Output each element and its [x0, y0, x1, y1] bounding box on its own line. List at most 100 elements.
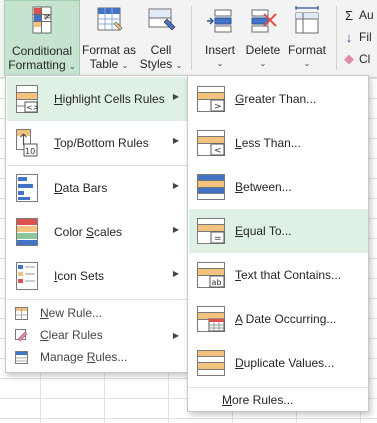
manage-rules-icon: [15, 350, 28, 364]
highlight-cells-icon: <>: [16, 85, 39, 113]
fill-button[interactable]: ↓ Fil: [342, 26, 377, 48]
less-than-icon: <: [197, 130, 225, 156]
submenu-item-label: Between...: [235, 180, 292, 194]
submenu-item-between[interactable]: Between...: [189, 165, 368, 209]
submenu-arrow-icon: ▶: [172, 92, 179, 101]
conditional-formatting-label-2: Formatting: [8, 58, 66, 72]
mnemonic: E: [235, 224, 244, 238]
new-rule-icon: [15, 306, 28, 320]
svg-text:≠: ≠: [43, 12, 51, 23]
duplicate-values-icon: [197, 350, 225, 376]
submenu-item-equal-to[interactable]: = Equal To...: [189, 209, 368, 253]
fill-icon: ↓: [345, 29, 353, 45]
label-rest: ore Rules...: [232, 393, 294, 407]
submenu-item-less-than[interactable]: < Less Than...: [189, 121, 368, 165]
submenu-item-more-rules[interactable]: More Rules...: [222, 393, 293, 407]
cell-styles-icon: [144, 4, 178, 40]
format-label: Format: [287, 43, 326, 57]
clear-label: Cl: [359, 52, 371, 66]
fill-label: Fil: [359, 30, 372, 44]
conditional-formatting-icon: ≠: [25, 5, 59, 41]
label-rest: uplicate Values...: [243, 356, 335, 370]
cell-styles-label-1: Cell: [150, 43, 172, 57]
svg-text:<: <: [214, 146, 222, 156]
editing-group: Σ Au ↓ Fil ◆ Cl: [342, 4, 377, 70]
conditional-formatting-label-1: Conditional: [11, 44, 73, 58]
submenu-arrow-icon: ▶: [172, 331, 179, 340]
mnemonic: B: [235, 180, 244, 194]
submenu-arrow-icon: ▶: [172, 181, 179, 190]
menu-item-label: Color Scales: [54, 225, 122, 239]
chevron-down-icon: ⌄: [121, 61, 129, 70]
color-scales-icon: [16, 218, 38, 246]
submenu-item-date-occurring[interactable]: A Date Occurring...: [189, 297, 368, 341]
menu-item-data-bars[interactable]: Data Bars ▶: [7, 166, 187, 210]
mnemonic: D: [54, 181, 63, 195]
label-rest: lear Rules: [48, 328, 103, 342]
ribbon-home-group: ≠ Conditional Formatting ⌄ Format as Tab…: [0, 0, 377, 78]
chevron-down-icon: ⌄: [216, 59, 224, 68]
submenu-divider: [189, 387, 368, 388]
insert-button[interactable]: Insert ⌄: [200, 0, 240, 76]
ribbon-group-divider: [336, 6, 337, 70]
svg-text:10: 10: [25, 147, 35, 156]
submenu-item-label: Duplicate Values...: [235, 356, 334, 370]
menu-item-top-bottom-rules[interactable]: 10 Top/Bottom Rules ▶: [7, 121, 187, 165]
submenu-item-label: Equal To...: [235, 224, 292, 238]
menu-item-clear-rules[interactable]: Clear Rules ▶: [7, 324, 187, 346]
cell-styles-button[interactable]: Cell Styles ⌄: [138, 0, 184, 76]
delete-button[interactable]: Delete ⌄: [243, 0, 283, 76]
menu-item-label: Data Bars: [54, 181, 107, 195]
autosum-button[interactable]: Σ Au: [342, 4, 377, 26]
conditional-formatting-button[interactable]: ≠ Conditional Formatting ⌄: [4, 0, 80, 76]
chevron-down-icon: ⌄: [259, 59, 267, 68]
submenu-item-label: Text that Contains...: [235, 268, 341, 282]
submenu-item-greater-than[interactable]: > Greater Than...: [189, 77, 368, 121]
submenu-arrow-icon: ▶: [172, 269, 179, 278]
clear-rules-icon: [15, 328, 28, 342]
menu-item-icon-sets[interactable]: Icon Sets ▶: [7, 254, 187, 298]
mnemonic: L: [235, 136, 242, 150]
menu-item-new-rule[interactable]: New Rule...: [7, 302, 187, 324]
between-icon: [197, 174, 225, 200]
submenu-arrow-icon: ▶: [172, 225, 179, 234]
autosum-icon: Σ: [344, 7, 354, 23]
format-as-table-label-2: Table: [89, 57, 119, 71]
delete-label: Delete: [245, 43, 281, 57]
menu-item-color-scales[interactable]: Color Scales ▶: [7, 210, 187, 254]
label-pre: Color: [54, 225, 87, 239]
label-rest: Date Occurring...: [242, 312, 337, 326]
format-as-table-label-row: Table ⌄: [90, 57, 129, 73]
submenu-item-text-contains[interactable]: ab Text that Contains...: [189, 253, 368, 297]
menu-item-label: New Rule...: [40, 306, 102, 320]
submenu-arrow-icon: ▶: [172, 136, 179, 145]
svg-text:>: >: [214, 102, 222, 112]
mnemonic: D: [235, 356, 244, 370]
mnemonic: H: [54, 92, 63, 106]
label-rest: con Sets: [57, 269, 105, 283]
label-rest: ess Than...: [241, 136, 301, 150]
submenu-item-label: Greater Than...: [235, 92, 316, 106]
submenu-item-duplicate-values[interactable]: Duplicate Values...: [189, 341, 368, 385]
submenu-item-label: A Date Occurring...: [235, 312, 336, 326]
highlight-cells-rules-submenu: > Greater Than... < Less Than... Between…: [187, 75, 369, 412]
date-occurring-icon: [197, 306, 225, 332]
top-bottom-icon: 10: [16, 129, 38, 157]
menu-item-highlight-cells-rules[interactable]: <> Highlight Cells Rules ▶: [7, 77, 187, 121]
clear-button[interactable]: ◆ Cl: [342, 48, 377, 70]
label-rest: etween...: [243, 180, 292, 194]
svg-text:<>: <>: [26, 103, 38, 112]
label-rest: op/Bottom Rules: [60, 136, 149, 150]
chevron-down-icon: ⌄: [175, 61, 183, 70]
mnemonic: M: [222, 393, 232, 407]
label-rest: ighlight Cells Rules: [62, 92, 165, 106]
cell-styles-label-row: Styles ⌄: [140, 57, 183, 73]
format-as-table-button[interactable]: Format as Table ⌄: [81, 0, 137, 76]
label-rest: cales: [94, 225, 123, 239]
label-rest: ata Bars: [62, 181, 108, 195]
menu-item-manage-rules[interactable]: Manage Rules...: [7, 346, 187, 368]
menu-divider: [7, 299, 187, 300]
format-button[interactable]: Format ⌄: [285, 0, 329, 76]
menu-item-label: Clear Rules: [40, 328, 103, 342]
mnemonic: G: [235, 92, 245, 106]
